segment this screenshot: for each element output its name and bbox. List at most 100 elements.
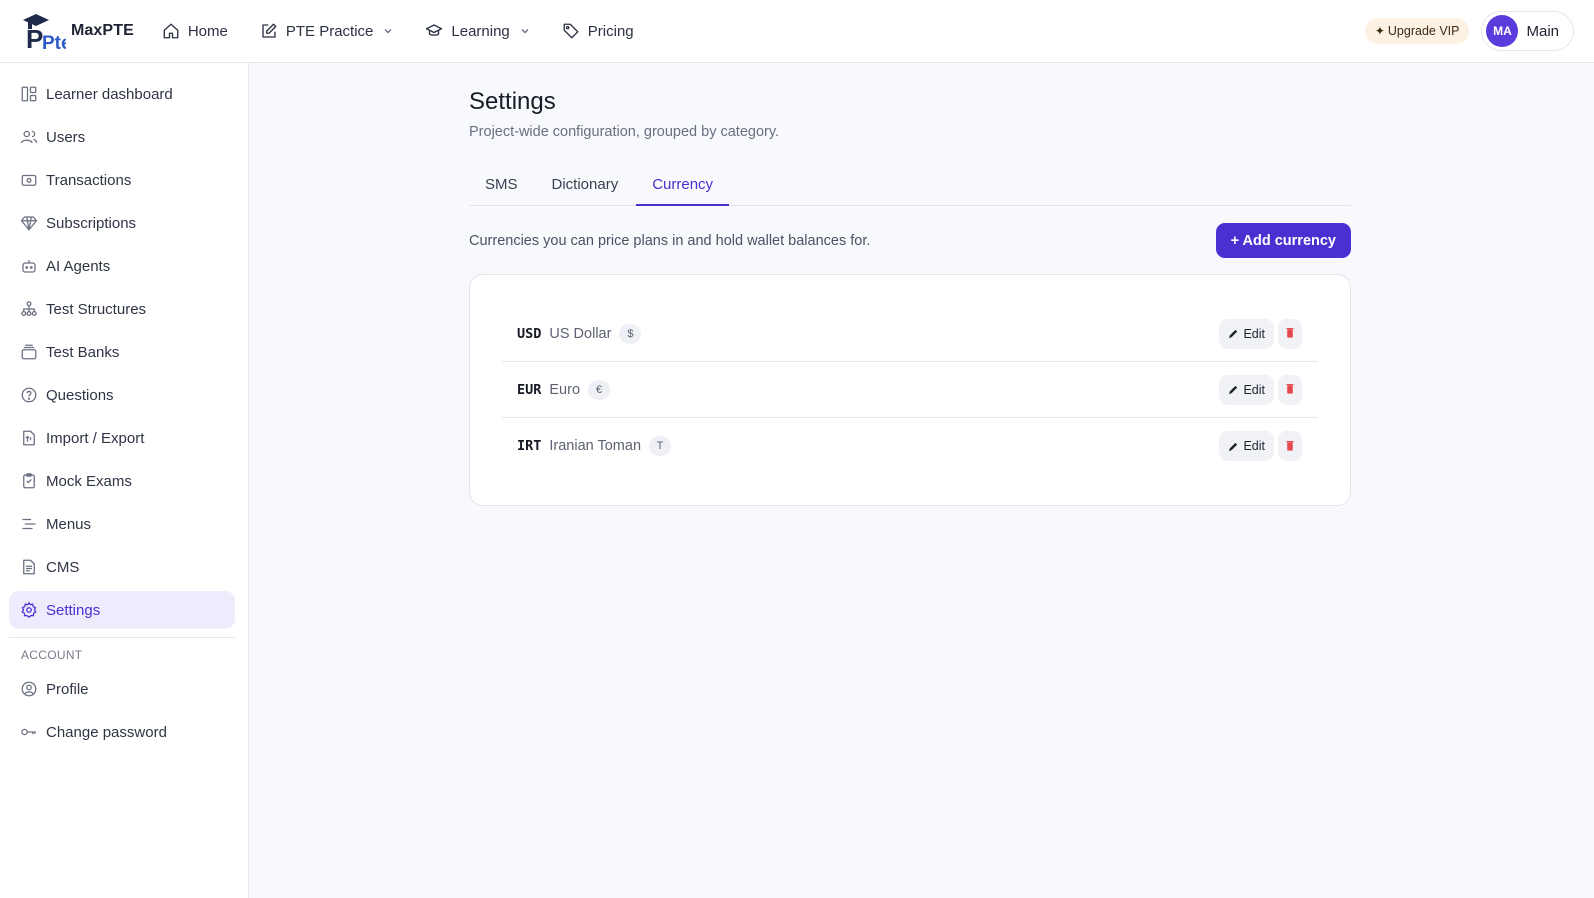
brand-name: MaxPTE xyxy=(71,22,134,39)
user-circle-icon xyxy=(20,680,38,698)
currency-name: Euro xyxy=(549,381,581,398)
nav-home-label: Home xyxy=(187,22,228,40)
sidebar-item-ai-agents[interactable]: AI Agents xyxy=(9,247,235,285)
menu-lines-icon xyxy=(20,515,38,533)
sidebar-item-profile[interactable]: Profile xyxy=(9,670,235,708)
clipboard-icon xyxy=(20,472,38,490)
row-actions: Edit xyxy=(1219,318,1302,349)
row-actions: Edit xyxy=(1219,374,1302,405)
sidebar-item-test-structures[interactable]: Test Structures xyxy=(9,290,235,328)
trash-icon xyxy=(1286,382,1294,397)
tab-dictionary[interactable]: Dictionary xyxy=(536,166,635,206)
row-actions: Edit xyxy=(1219,431,1302,461)
sidebar-item-users[interactable]: Users xyxy=(9,118,235,156)
document-icon xyxy=(20,558,38,576)
edit-label: Edit xyxy=(1243,439,1265,453)
sidebar-item-questions[interactable]: Questions xyxy=(9,376,235,414)
nav-pte-practice[interactable]: PTE Practice xyxy=(260,22,394,40)
sidebar-item-cms[interactable]: CMS xyxy=(9,548,235,586)
sidebar-item-label: Settings xyxy=(46,601,101,619)
sidebar: Learner dashboard Users Transactions Sub… xyxy=(0,63,249,898)
pencil-icon xyxy=(1228,441,1239,452)
upgrade-vip-button[interactable]: ✦ Upgrade VIP xyxy=(1364,18,1470,44)
sidebar-item-mock-exams[interactable]: Mock Exams xyxy=(9,462,235,500)
currency-symbol-badge: € xyxy=(588,379,611,400)
nav-pricing[interactable]: Pricing xyxy=(562,22,634,40)
currency-symbol-badge: T xyxy=(649,436,672,456)
pencil-icon xyxy=(1228,328,1239,339)
avatar: MA xyxy=(1486,15,1519,47)
pencil-icon xyxy=(1228,384,1239,395)
sidebar-item-label: Learner dashboard xyxy=(46,85,173,103)
sidebar-item-test-banks[interactable]: Test Banks xyxy=(9,333,235,371)
chevron-down-icon xyxy=(383,26,393,36)
stack-icon xyxy=(20,343,38,361)
edit-label: Edit xyxy=(1243,382,1265,397)
delete-button[interactable] xyxy=(1278,318,1302,349)
sidebar-item-settings[interactable]: Settings xyxy=(9,591,235,629)
sidebar-section-account: ACCOUNT xyxy=(21,648,83,662)
edit-label: Edit xyxy=(1243,326,1265,341)
sidebar-item-menus[interactable]: Menus xyxy=(9,505,235,543)
list-item: IRT Iranian Toman T Edit xyxy=(502,418,1318,474)
list-item: USD US Dollar $ Edit xyxy=(502,306,1318,362)
sidebar-item-label: Test Banks xyxy=(46,343,120,361)
edit-button[interactable]: Edit xyxy=(1219,318,1274,349)
edit-button[interactable]: Edit xyxy=(1219,374,1274,405)
main-content: Settings Project-wide configuration, gro… xyxy=(469,63,1351,506)
edit-square-icon xyxy=(260,22,278,40)
user-menu[interactable]: MA Main xyxy=(1481,11,1574,51)
delete-button[interactable] xyxy=(1278,374,1302,405)
currency-name: US Dollar xyxy=(549,325,612,342)
trash-icon xyxy=(1286,326,1294,341)
upgrade-vip-label: Upgrade VIP xyxy=(1387,24,1460,38)
sidebar-divider xyxy=(9,637,235,638)
sidebar-item-label: Profile xyxy=(46,680,89,698)
chevron-down-icon xyxy=(520,26,530,36)
sidebar-item-change-password[interactable]: Change password xyxy=(9,713,235,751)
user-name: Main xyxy=(1526,22,1559,40)
tab-currency[interactable]: Currency xyxy=(636,166,730,206)
home-icon xyxy=(162,22,180,40)
currency-list-card: USD US Dollar $ Edit EUR Euro € Edit IRT… xyxy=(469,274,1351,506)
currency-code: IRT xyxy=(517,438,542,454)
add-currency-button[interactable]: + Add currency xyxy=(1215,223,1351,258)
graduation-cap-icon xyxy=(425,22,443,40)
trash-icon xyxy=(1286,439,1294,454)
sidebar-item-label: Users xyxy=(46,128,86,146)
sidebar-item-label: Subscriptions xyxy=(46,214,137,232)
nav-learning[interactable]: Learning xyxy=(425,22,529,40)
dashboard-icon xyxy=(20,85,38,103)
gear-icon xyxy=(20,601,38,619)
maxpte-logo-icon: P Pte xyxy=(20,11,72,54)
currency-toolbar: Currencies you can price plans in and ho… xyxy=(469,223,1351,258)
users-icon xyxy=(20,128,38,146)
nav-learning-label: Learning xyxy=(451,22,510,40)
sidebar-item-label: Questions xyxy=(46,386,114,404)
edit-button[interactable]: Edit xyxy=(1219,431,1274,461)
nav-pricing-label: Pricing xyxy=(587,22,634,40)
sidebar-item-transactions[interactable]: Transactions xyxy=(9,161,235,199)
top-bar: P Pte MaxPTE Home PTE Practice Lea xyxy=(0,0,1594,63)
brand[interactable]: P Pte MaxPTE xyxy=(20,11,134,54)
sidebar-item-label: Import / Export xyxy=(46,429,145,447)
nav-home[interactable]: Home xyxy=(162,22,228,40)
delete-button[interactable] xyxy=(1278,431,1302,461)
sparkle-icon: ✦ xyxy=(1374,24,1385,38)
currency-name: Iranian Toman xyxy=(549,438,642,454)
sidebar-item-label: AI Agents xyxy=(46,257,111,275)
sidebar-item-label: Mock Exams xyxy=(46,472,132,490)
sidebar-item-label: Menus xyxy=(46,515,92,533)
sidebar-item-import-export[interactable]: Import / Export xyxy=(9,419,235,457)
sidebar-item-label: CMS xyxy=(46,558,80,576)
sidebar-item-subscriptions[interactable]: Subscriptions xyxy=(9,204,235,242)
main-nav: Home PTE Practice Learning Pricing xyxy=(162,22,666,40)
page-title: Settings xyxy=(469,88,556,115)
svg-text:P: P xyxy=(26,24,43,51)
top-right-actions: ✦ Upgrade VIP MA Main xyxy=(1364,11,1574,51)
sidebar-item-label: Test Structures xyxy=(46,300,147,318)
sidebar-item-learner-dashboard[interactable]: Learner dashboard xyxy=(9,75,235,113)
tab-sms[interactable]: SMS xyxy=(469,166,534,206)
sidebar-item-label: Change password xyxy=(46,723,167,741)
file-transfer-icon xyxy=(20,429,38,447)
